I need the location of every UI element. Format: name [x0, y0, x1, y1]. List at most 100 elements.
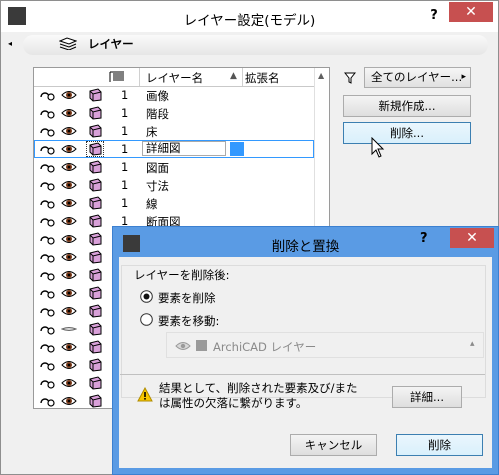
- dropdown-arrow-icon: ▴: [470, 339, 475, 349]
- layer-name: 図面: [146, 161, 169, 175]
- unlock-icon[interactable]: [39, 88, 55, 102]
- unlock-icon[interactable]: [39, 142, 55, 156]
- layer-name-input[interactable]: 詳細図: [142, 141, 226, 156]
- target-layer-name: ArchiCAD レイヤー: [213, 340, 317, 354]
- wireframe-solid-icon[interactable]: [87, 106, 103, 120]
- visibility-eye-icon[interactable]: [61, 286, 77, 300]
- wireframe-solid-icon[interactable]: [87, 88, 103, 102]
- collapse-arrow-icon[interactable]: ◂: [8, 39, 12, 48]
- unlock-icon[interactable]: [39, 196, 55, 210]
- wireframe-solid-icon[interactable]: [87, 268, 103, 282]
- wireframe-solid-icon[interactable]: [87, 178, 103, 192]
- wireframe-solid-icon[interactable]: [87, 376, 103, 390]
- layer-stack-header-icon[interactable]: [109, 71, 125, 83]
- wireframe-solid-icon[interactable]: [86, 141, 104, 157]
- visibility-eye-icon[interactable]: [61, 178, 77, 192]
- unlock-icon[interactable]: [39, 322, 55, 336]
- visibility-eye-icon[interactable]: [61, 124, 77, 138]
- layer-name: 線: [146, 197, 158, 211]
- table-row[interactable]: 1線: [34, 194, 314, 212]
- visibility-eye-icon[interactable]: [61, 250, 77, 264]
- unlock-icon[interactable]: [39, 286, 55, 300]
- title-bar[interactable]: レイヤー設定(モデル) ? ✕: [1, 1, 498, 32]
- wireframe-solid-icon[interactable]: [87, 286, 103, 300]
- unlock-icon[interactable]: [39, 178, 55, 192]
- wireframe-solid-icon[interactable]: [87, 250, 103, 264]
- filter-icon: [344, 72, 356, 84]
- close-button[interactable]: ✕: [449, 2, 493, 22]
- cancel-button[interactable]: キャンセル: [290, 434, 377, 456]
- visibility-eye-icon[interactable]: [61, 106, 77, 120]
- unlock-icon[interactable]: [39, 124, 55, 138]
- unlock-icon[interactable]: [39, 160, 55, 174]
- layer-name: 画像: [146, 89, 169, 103]
- wireframe-solid-icon[interactable]: [87, 124, 103, 138]
- row-number: 1: [121, 196, 129, 210]
- visibility-eye-icon[interactable]: [61, 304, 77, 318]
- radio-delete-elements[interactable]: [140, 290, 153, 303]
- layer-name: 寸法: [146, 179, 169, 193]
- radio-delete-label[interactable]: 要素を削除: [158, 290, 216, 306]
- visibility-eye-icon[interactable]: [61, 142, 77, 156]
- divider: [120, 374, 485, 375]
- unlock-icon[interactable]: [39, 376, 55, 390]
- unlock-icon[interactable]: [39, 358, 55, 372]
- layer-name: 階段: [146, 107, 169, 121]
- visibility-eye-icon[interactable]: [61, 232, 77, 246]
- visibility-eye-icon[interactable]: [61, 340, 77, 354]
- column-header-extension[interactable]: 拡張名: [245, 70, 280, 86]
- column-header-name[interactable]: レイヤー名: [146, 70, 203, 86]
- visibility-eye-icon[interactable]: [61, 214, 77, 228]
- visibility-eye-icon[interactable]: [61, 358, 77, 372]
- table-row[interactable]: 1 階段: [34, 104, 314, 122]
- unlock-icon[interactable]: [39, 250, 55, 264]
- layer-name: 床: [146, 125, 158, 139]
- unlock-icon[interactable]: [39, 268, 55, 282]
- details-button[interactable]: 詳細...: [392, 386, 462, 408]
- visibility-eye-icon[interactable]: [61, 376, 77, 390]
- wireframe-solid-icon[interactable]: [87, 232, 103, 246]
- table-row[interactable]: 1 詳細図: [34, 140, 314, 158]
- archicad-layer-icon: [196, 340, 207, 351]
- unlock-icon[interactable]: [39, 340, 55, 354]
- unlock-icon[interactable]: [39, 214, 55, 228]
- new-layer-button[interactable]: 新規作成...: [343, 95, 471, 117]
- table-row[interactable]: 1 図面: [34, 158, 314, 176]
- visibility-eye-icon[interactable]: [61, 268, 77, 282]
- radio-move-elements[interactable]: [140, 313, 153, 326]
- visibility-eye-icon[interactable]: [61, 160, 77, 174]
- radio-move-label[interactable]: 要素を移動:: [158, 313, 219, 329]
- wireframe-solid-icon[interactable]: [87, 214, 103, 228]
- table-row[interactable]: 1 寸法: [34, 176, 314, 194]
- confirm-delete-button[interactable]: 削除: [396, 434, 483, 456]
- warning-message: 結果として、削除された要素及び/または属性の欠落に繋がります。: [159, 381, 358, 410]
- scroll-up-icon[interactable]: ▲: [318, 71, 324, 80]
- help-button[interactable]: ?: [422, 5, 446, 27]
- target-layer-dropdown[interactable]: ArchiCAD レイヤー ▴: [166, 332, 484, 358]
- unlock-icon[interactable]: [39, 304, 55, 318]
- delete-layer-button[interactable]: 削除...: [343, 122, 471, 144]
- mouse-cursor-icon: [371, 137, 385, 158]
- unlock-icon[interactable]: [39, 232, 55, 246]
- table-row[interactable]: 1床: [34, 122, 314, 140]
- sort-ascending-icon: ▲: [230, 71, 237, 81]
- wireframe-solid-icon[interactable]: [87, 322, 103, 336]
- visibility-eye-icon[interactable]: [60, 322, 78, 336]
- visibility-eye-icon[interactable]: [61, 394, 77, 408]
- extension-cell-selected[interactable]: [230, 142, 244, 156]
- table-row[interactable]: 1 画像: [34, 86, 314, 104]
- section-label: レイヤー: [88, 37, 134, 51]
- unlock-icon[interactable]: [39, 106, 55, 120]
- wireframe-solid-icon[interactable]: [87, 304, 103, 318]
- row-number: 1: [121, 88, 129, 102]
- layer-filter-dropdown[interactable]: 全てのレイヤー... ▸: [364, 67, 471, 88]
- wireframe-solid-icon[interactable]: [87, 358, 103, 372]
- unlock-icon[interactable]: [39, 394, 55, 408]
- row-number: 1: [121, 142, 129, 156]
- wireframe-solid-icon[interactable]: [87, 160, 103, 174]
- visibility-eye-icon[interactable]: [61, 196, 77, 210]
- wireframe-solid-icon[interactable]: [87, 340, 103, 354]
- visibility-eye-icon[interactable]: [61, 88, 77, 102]
- wireframe-solid-icon[interactable]: [87, 394, 103, 408]
- wireframe-solid-icon[interactable]: [87, 196, 103, 210]
